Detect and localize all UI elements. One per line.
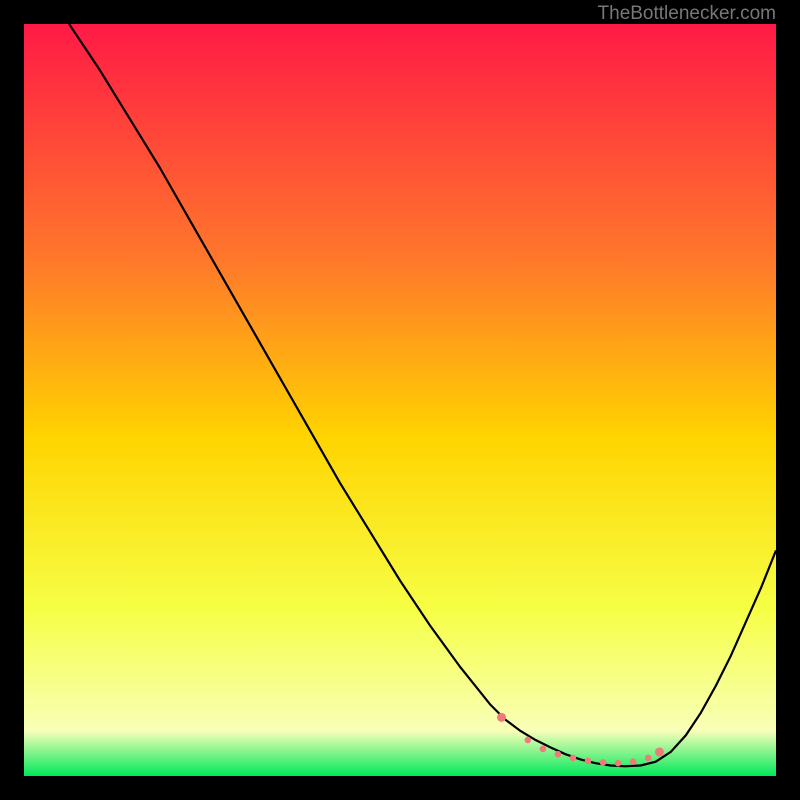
plot-area — [24, 24, 776, 776]
trough-dot — [645, 755, 652, 762]
bottleneck-curve — [24, 24, 776, 776]
trough-dot — [630, 758, 637, 765]
trough-dot — [570, 755, 577, 762]
trough-dot — [540, 746, 547, 753]
trough-dot — [585, 758, 592, 765]
watermark-text: TheBottlenecker.com — [598, 3, 776, 25]
trough-dot — [615, 760, 622, 767]
trough-dot — [600, 759, 607, 766]
trough-dot — [655, 747, 664, 756]
trough-dot — [497, 713, 506, 722]
trough-dot — [525, 737, 532, 744]
trough-dot — [555, 751, 562, 758]
